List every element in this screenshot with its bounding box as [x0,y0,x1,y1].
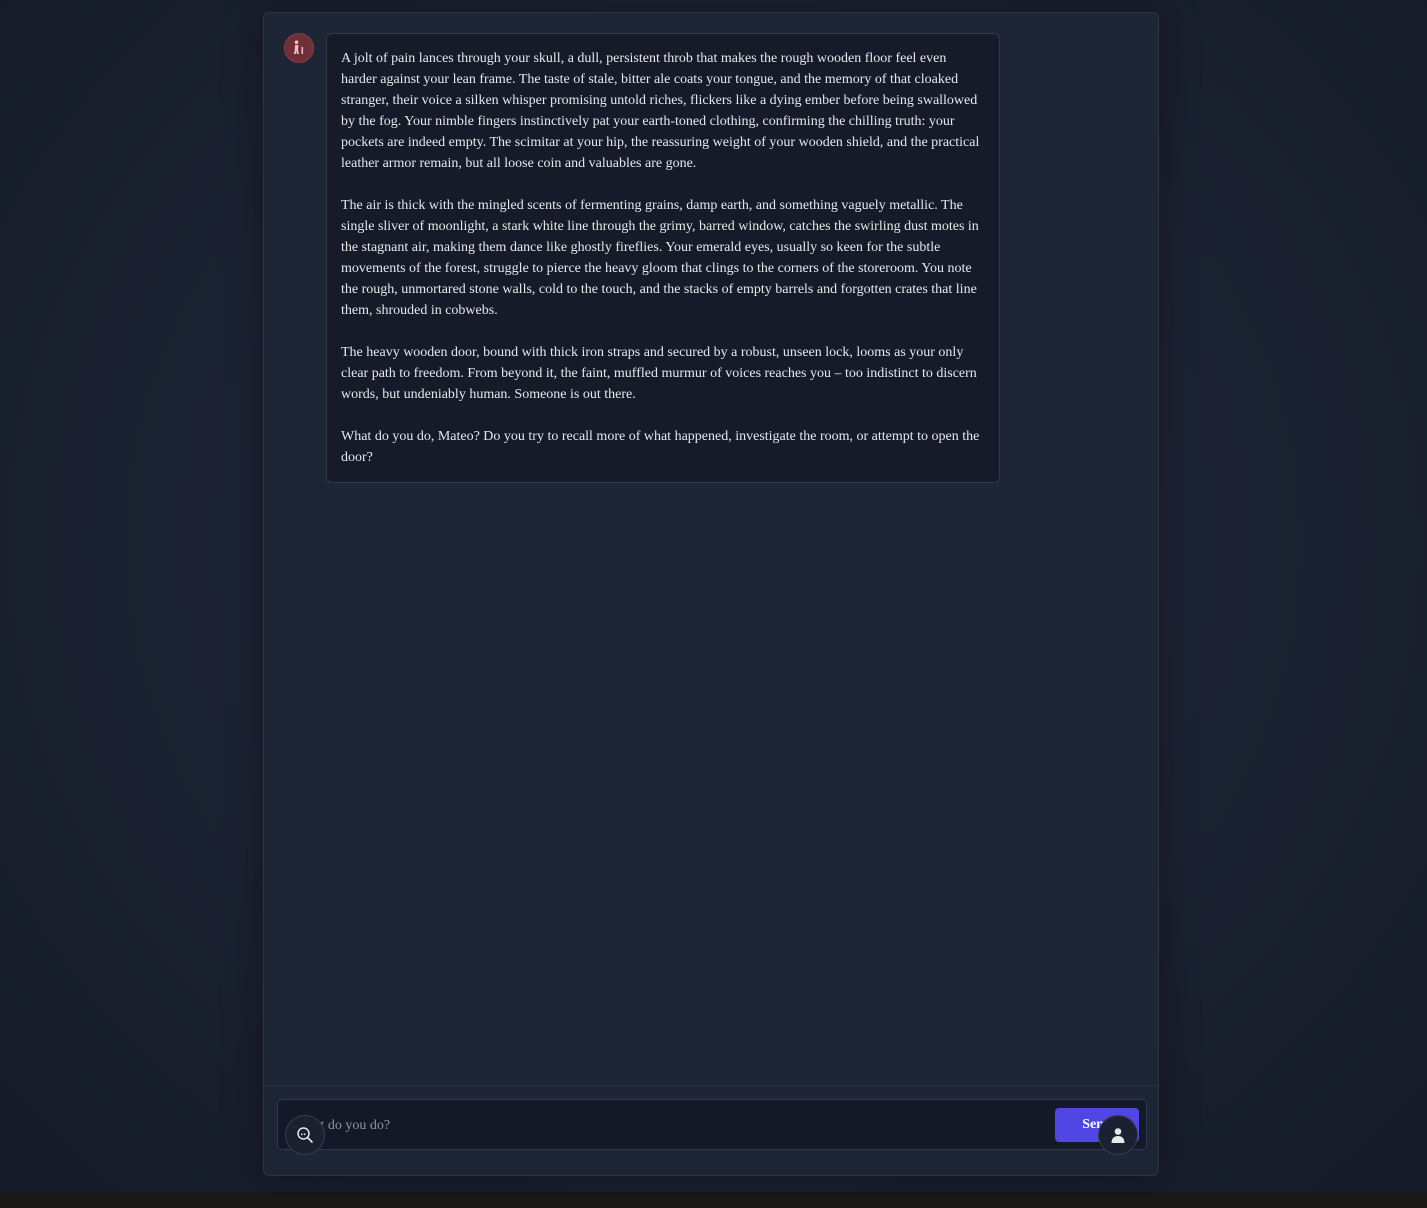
message-list: A jolt of pain lances through your skull… [264,13,1158,1085]
message-paragraph: What do you do, Mateo? Do you try to rec… [341,429,980,465]
composer: Send [277,1099,1147,1150]
message-paragraph: The heavy wooden door, bound with thick … [341,345,977,402]
search-button[interactable] [285,1115,325,1155]
adventurer-icon [293,40,304,54]
search-icon [297,1127,313,1143]
bottom-bar [0,1192,1427,1208]
profile-button[interactable] [1098,1115,1138,1155]
assistant-message: A jolt of pain lances through your skull… [326,33,1000,483]
user-icon [1111,1128,1125,1143]
composer-divider [264,1085,1158,1086]
chat-panel: A jolt of pain lances through your skull… [263,12,1159,1176]
message-paragraph: A jolt of pain lances through your skull… [341,51,980,171]
assistant-avatar [284,33,314,63]
action-input[interactable] [292,1110,1036,1142]
message-paragraph: The air is thick with the mingled scents… [341,198,979,318]
